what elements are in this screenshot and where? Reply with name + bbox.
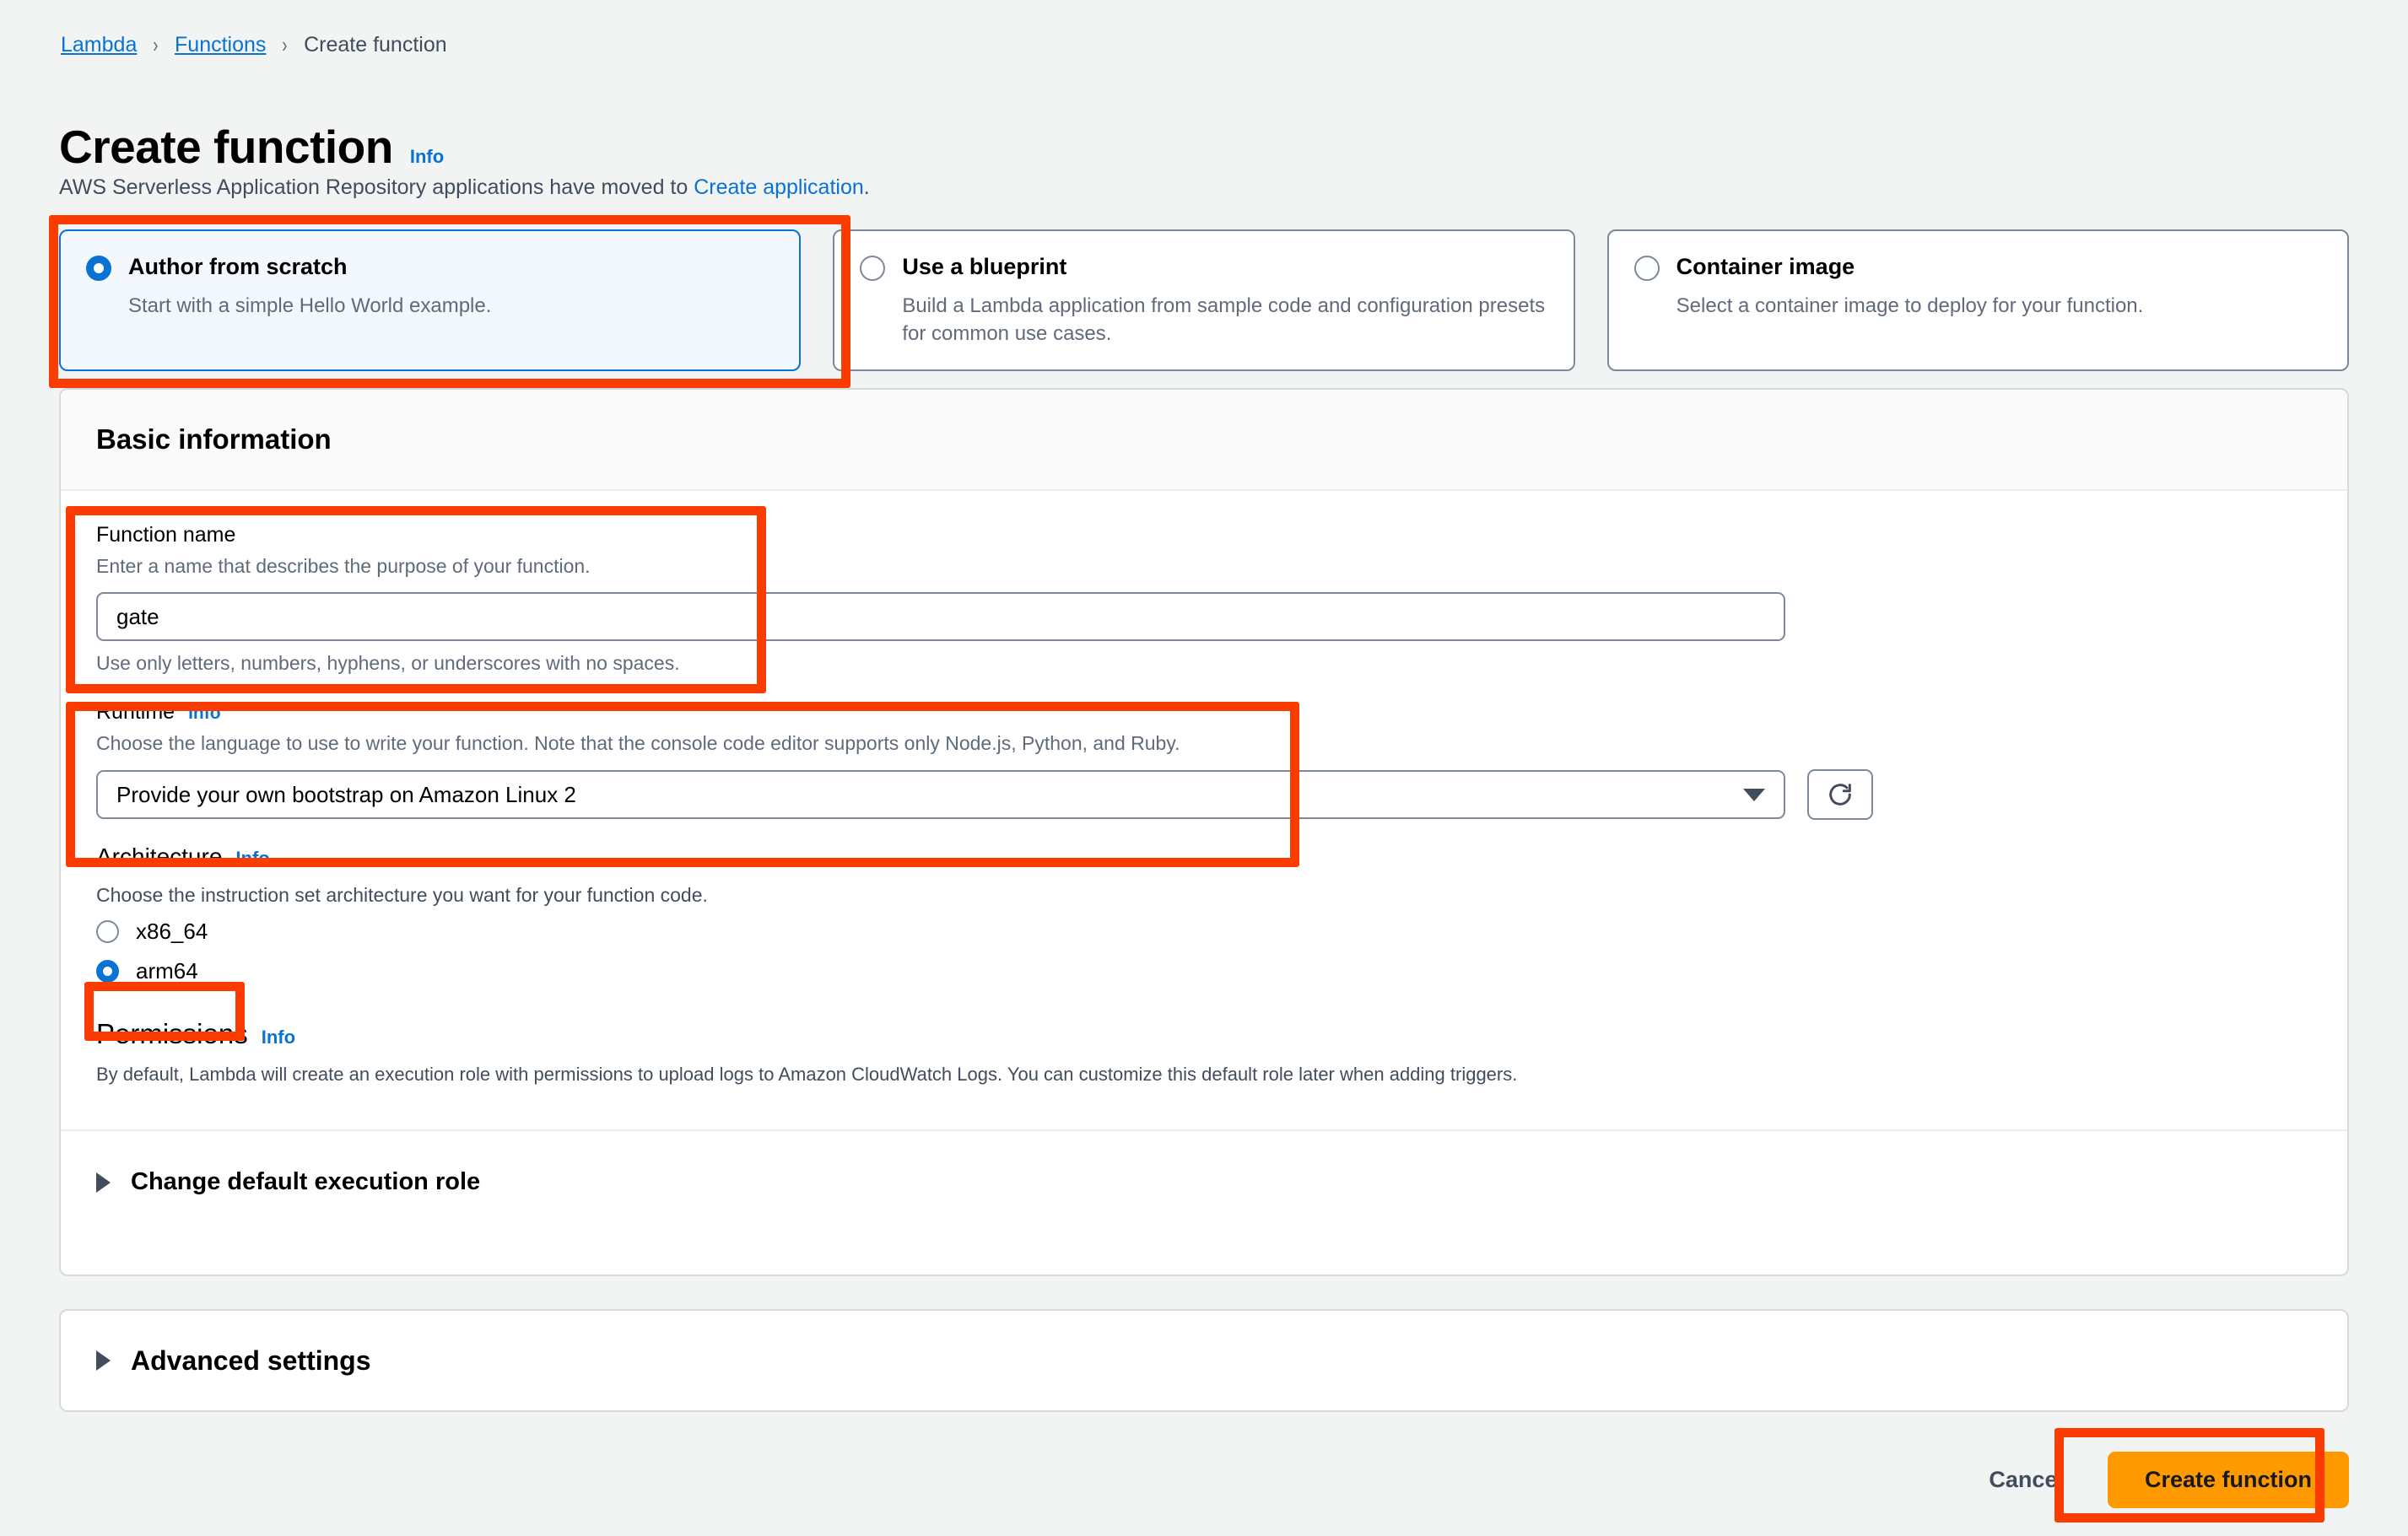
page-subtitle: AWS Serverless Application Repository ap… (59, 175, 870, 200)
runtime-select-row: Provide your own bootstrap on Amazon Lin… (96, 769, 2312, 820)
option-description-container-image: Select a container image to deploy for y… (1676, 292, 2322, 320)
option-card-header: Author from scratch (86, 253, 774, 282)
page-subtitle-suffix: . (864, 175, 870, 199)
runtime-refresh-button[interactable] (1807, 769, 1873, 820)
breadcrumb-separator-icon: › (154, 34, 159, 56)
function-name-hint: Use only letters, numbers, hyphens, or u… (96, 652, 2312, 675)
runtime-select[interactable]: Provide your own bootstrap on Amazon Lin… (96, 770, 1785, 819)
change-default-execution-role-expander[interactable]: Change default execution role (61, 1131, 2347, 1233)
runtime-description: Choose the language to use to write your… (96, 732, 2312, 755)
architecture-option-arm64[interactable]: arm64 (96, 958, 2312, 984)
architecture-field: Architecture Info Choose the instruction… (96, 843, 2312, 984)
change-default-execution-role-label: Change default execution role (131, 1168, 480, 1196)
permissions-label: Permissions Info (96, 1018, 2312, 1050)
runtime-label-text: Runtime (96, 700, 175, 725)
create-application-link[interactable]: Create application (694, 175, 864, 199)
permissions-info-link[interactable]: Info (262, 1027, 295, 1048)
basic-information-title: Basic information (96, 423, 332, 455)
page-info-link[interactable]: Info (410, 146, 444, 168)
create-function-button[interactable]: Create function (2108, 1452, 2349, 1508)
permissions-section: Permissions Info By default, Lambda will… (96, 1018, 2312, 1086)
architecture-description: Choose the instruction set architecture … (96, 884, 2312, 907)
runtime-info-link[interactable]: Info (188, 703, 220, 724)
function-name-description: Enter a name that describes the purpose … (96, 555, 2312, 578)
option-card-container-image[interactable]: Container image Select a container image… (1607, 229, 2349, 371)
radio-x86-64[interactable] (96, 920, 119, 943)
architecture-label-arm64: arm64 (136, 958, 198, 984)
page-title: Create function (59, 124, 393, 170)
breadcrumb-item-create-function: Create function (304, 35, 447, 56)
runtime-field: Runtime Info Choose the language to use … (96, 700, 2312, 820)
option-description-author-from-scratch: Start with a simple Hello World example. (128, 292, 774, 320)
option-card-author-from-scratch[interactable]: Author from scratch Start with a simple … (59, 229, 801, 371)
option-card-header: Container image (1634, 253, 2322, 282)
basic-information-body: Function name Enter a name that describe… (61, 491, 2347, 1086)
function-name-input[interactable]: gate (96, 592, 1785, 641)
radio-arm64[interactable] (96, 960, 119, 983)
refresh-icon (1826, 780, 1855, 809)
architecture-label-text: Architecture (96, 843, 222, 870)
creation-option-cards: Author from scratch Start with a simple … (59, 229, 2349, 371)
breadcrumb-item-functions[interactable]: Functions (175, 35, 266, 56)
breadcrumb: Lambda › Functions › Create function (61, 34, 447, 56)
option-card-use-a-blueprint[interactable]: Use a blueprint Build a Lambda applicati… (833, 229, 1574, 371)
function-name-label: Function name (96, 523, 2312, 547)
chevron-right-icon (96, 1172, 111, 1193)
runtime-select-value: Provide your own bootstrap on Amazon Lin… (116, 782, 576, 808)
advanced-settings-label: Advanced settings (131, 1345, 371, 1377)
architecture-label: Architecture Info (96, 843, 2312, 870)
architecture-label-x86-64: x86_64 (136, 919, 208, 945)
runtime-label: Runtime Info (96, 700, 2312, 725)
chevron-down-icon (1743, 789, 1765, 801)
advanced-settings-panel[interactable]: Advanced settings (59, 1309, 2349, 1412)
architecture-info-link[interactable]: Info (235, 848, 269, 870)
function-name-field: Function name Enter a name that describe… (96, 523, 2312, 675)
basic-information-header: Basic information (61, 390, 2347, 491)
option-label-use-a-blueprint: Use a blueprint (902, 253, 1066, 282)
option-description-use-a-blueprint: Build a Lambda application from sample c… (902, 292, 1547, 348)
basic-information-panel: Basic information Function name Enter a … (59, 388, 2349, 1276)
breadcrumb-separator-icon: › (283, 34, 288, 56)
advanced-settings-expander[interactable]: Advanced settings (61, 1311, 2347, 1410)
cancel-button[interactable]: Cancel (1980, 1455, 2072, 1505)
breadcrumb-item-lambda[interactable]: Lambda (61, 35, 137, 56)
chevron-right-icon (96, 1350, 111, 1371)
permissions-label-text: Permissions (96, 1018, 248, 1050)
radio-container-image[interactable] (1634, 256, 1660, 281)
option-label-author-from-scratch: Author from scratch (128, 253, 348, 282)
radio-use-a-blueprint[interactable] (860, 256, 885, 281)
radio-author-from-scratch[interactable] (86, 256, 111, 281)
footer-actions: Cancel Create function (59, 1446, 2349, 1513)
architecture-option-x86-64[interactable]: x86_64 (96, 919, 2312, 945)
page-subtitle-text: AWS Serverless Application Repository ap… (59, 175, 694, 199)
option-card-header: Use a blueprint (860, 253, 1547, 282)
permissions-description: By default, Lambda will create an execut… (96, 1064, 2312, 1086)
option-label-container-image: Container image (1676, 253, 1855, 282)
